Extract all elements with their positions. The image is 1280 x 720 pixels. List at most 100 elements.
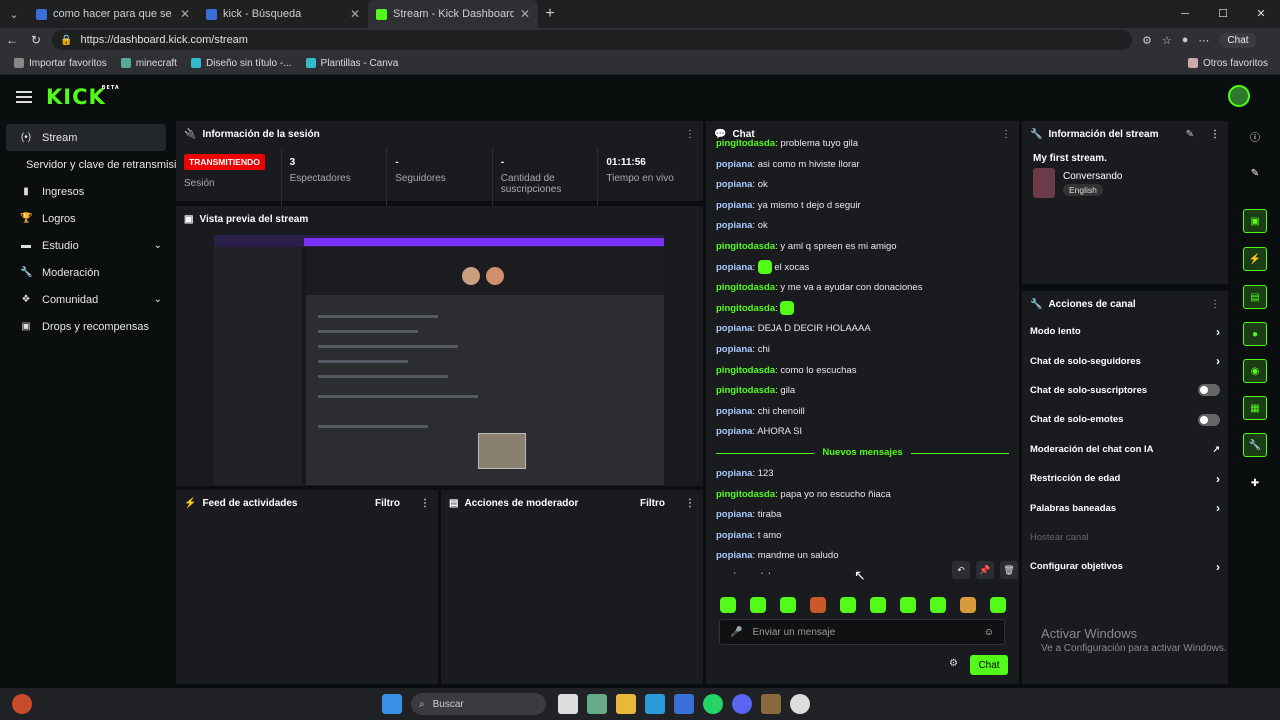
toggle-switch[interactable]	[1198, 384, 1220, 397]
emote-icon[interactable]	[720, 597, 736, 613]
store-icon[interactable]	[674, 694, 694, 714]
microphone-icon[interactable]: 🎤	[730, 627, 742, 638]
emoji-icon[interactable]: ☺	[984, 627, 994, 638]
emote-icon[interactable]	[960, 597, 976, 613]
sidebar-item-moderacion[interactable]: 🔧 Moderación	[6, 259, 166, 286]
browser-tab-2[interactable]: kick - Búsqueda ✕	[198, 0, 368, 28]
chat-message[interactable]: popiana: el xocas	[716, 258, 1009, 279]
emote-icon[interactable]	[870, 597, 886, 613]
chat-message[interactable]: popiana: ya mismo t dejo d seguir	[716, 196, 1009, 217]
undo-icon[interactable]: ↶	[952, 561, 970, 579]
more-options-icon[interactable]: ⋮	[1210, 129, 1220, 140]
moderator-panel-icon[interactable]: ▤	[1243, 285, 1267, 309]
profile-icon[interactable]: ●	[1182, 34, 1189, 46]
filter-button[interactable]: Filtro	[375, 498, 400, 509]
back-icon[interactable]: ←	[0, 33, 24, 47]
action-banned-words[interactable]: Palabras baneadas ›	[1022, 493, 1228, 522]
close-icon[interactable]: ✕	[350, 7, 360, 21]
bookmark-canva-design[interactable]: Diseño sin título -...	[190, 58, 292, 69]
more-options-icon[interactable]: ⋮	[685, 129, 695, 140]
chat-message[interactable]: popiana: chi chenoill	[716, 402, 1009, 423]
sidebar-item-drops[interactable]: ▣ Drops y recompensas	[6, 313, 166, 340]
sidebar-item-logros[interactable]: 🏆 Logros	[6, 205, 166, 232]
kick-logo[interactable]: KICK BETA	[46, 85, 119, 109]
sidebar-item-ingresos[interactable]: ▮ Ingresos	[6, 178, 166, 205]
emote-icon[interactable]	[990, 597, 1006, 613]
bookmark-canva-templates[interactable]: Plantillas - Canva	[305, 58, 398, 69]
browser-tab-3[interactable]: Stream - Kick Dashboard ✕	[368, 0, 538, 28]
emote-icon[interactable]	[780, 597, 796, 613]
chat-message[interactable]: pingitodasda: y aml q spreen es mi amigo	[716, 237, 1009, 258]
emote-icon[interactable]	[840, 597, 856, 613]
action-ai-moderation[interactable]: Moderación del chat con IA ↗	[1022, 435, 1228, 464]
menu-icon[interactable]: ⋯	[1198, 34, 1209, 47]
emote-icon[interactable]	[900, 597, 916, 613]
session-panel-icon[interactable]: ▦	[1243, 396, 1267, 420]
chat-send-button[interactable]: Chat	[970, 655, 1008, 675]
trash-icon[interactable]: 🗑	[1000, 561, 1018, 579]
edit-icon[interactable]: ✎	[1243, 161, 1267, 185]
chat-message[interactable]: popiana: DEJA D DECIR HOLAAAA	[716, 319, 1009, 340]
more-options-icon[interactable]: ⋮	[1001, 129, 1011, 140]
close-window-icon[interactable]: ✕	[1242, 0, 1280, 28]
weather-icon[interactable]	[12, 694, 32, 714]
minecraft-icon[interactable]	[761, 694, 781, 714]
hamburger-menu-icon[interactable]	[16, 91, 32, 103]
chat-message[interactable]: popiana: t amo	[716, 526, 1009, 547]
emote-icon[interactable]	[930, 597, 946, 613]
copilot-chat-button[interactable]: Chat	[1219, 32, 1257, 48]
chat-message[interactable]: popiana: tiraba	[716, 505, 1009, 526]
chat-message[interactable]: popiana: ok	[716, 175, 1009, 196]
filter-button[interactable]: Filtro	[640, 498, 665, 509]
bookmark-other[interactable]: Otros favoritos	[1187, 58, 1268, 69]
chat-message[interactable]: pingitodasda: problema tuyo gila	[716, 134, 1009, 155]
add-widget-icon[interactable]: ✚	[1243, 471, 1267, 495]
chat-message[interactable]: popiana: chi	[716, 340, 1009, 361]
browser-tab-1[interactable]: como hacer para que se me escuc ✕	[28, 0, 198, 28]
maximize-icon[interactable]: ☐	[1204, 0, 1242, 28]
chat-bubble-icon[interactable]: ●	[1243, 322, 1267, 346]
emote-icon[interactable]	[810, 597, 826, 613]
edit-icon[interactable]: ✎	[1186, 129, 1194, 140]
chat-message[interactable]: pingitodasda: como lo escuchas	[716, 361, 1009, 382]
action-age-restriction[interactable]: Restricción de edad ›	[1022, 464, 1228, 493]
task-view-icon[interactable]	[558, 694, 578, 714]
chat-message[interactable]: pingitodasda: papa yo no escucho ñiaca	[716, 485, 1009, 506]
extensions-icon[interactable]: ⚙	[1142, 34, 1152, 47]
chat-message[interactable]: popiana: 123	[716, 464, 1009, 485]
more-options-icon[interactable]: ⋮	[685, 498, 695, 509]
url-field[interactable]: 🔒 https://dashboard.kick.com/stream	[52, 30, 1132, 50]
sidebar-item-stream-key[interactable]: Servidor y clave de retransmisión	[6, 151, 189, 178]
more-options-icon[interactable]: ⋮	[1210, 299, 1220, 310]
wrench-icon[interactable]: 🔧	[1243, 433, 1267, 457]
sidebar-item-comunidad[interactable]: ❖ Comunidad ⌄	[6, 286, 166, 313]
chat-message[interactable]: pingitodasda:	[716, 299, 1009, 320]
discord-icon[interactable]	[732, 694, 752, 714]
toggle-switch[interactable]	[1198, 413, 1220, 426]
bookmark-minecraft[interactable]: minecraft	[120, 58, 177, 69]
pin-icon[interactable]: 📌	[976, 561, 994, 579]
chat-input[interactable]: 🎤 Enviar un mensaje ☺	[719, 619, 1005, 645]
tab-list-button[interactable]: ⌄	[0, 0, 28, 28]
bookmark-import[interactable]: Importar favoritos	[14, 58, 107, 69]
user-avatar[interactable]	[1228, 85, 1250, 107]
windows-start-icon[interactable]	[382, 694, 402, 714]
chat-message[interactable]: popiana: AHORA SI	[716, 422, 1009, 443]
chat-message[interactable]: pingitodasda: y me va a ayudar con donac…	[716, 278, 1009, 299]
chat-message[interactable]: pingitodasda: gila	[716, 381, 1009, 402]
more-options-icon[interactable]: ⋮	[420, 498, 430, 509]
emote-icon[interactable]	[750, 597, 766, 613]
reload-icon[interactable]: ↻	[24, 33, 48, 47]
widgets-icon[interactable]	[587, 694, 607, 714]
broadcast-icon[interactable]: ◉	[1243, 359, 1267, 383]
action-configure-goals[interactable]: Configurar objetivos ›	[1022, 552, 1228, 581]
preview-panel-icon[interactable]: ▣	[1243, 209, 1267, 233]
new-messages-divider[interactable]: Nuevos mensajes	[716, 443, 1010, 464]
chat-message[interactable]: popiana: asi como m hiviste llorar	[716, 155, 1009, 176]
favorites-icon[interactable]: ☆	[1162, 34, 1172, 47]
sidebar-item-stream[interactable]: (•) Stream	[6, 124, 166, 151]
file-explorer-icon[interactable]	[616, 694, 636, 714]
edge-icon[interactable]	[645, 694, 665, 714]
chat-settings-icon[interactable]: ⚙	[949, 658, 958, 669]
close-icon[interactable]: ✕	[180, 7, 190, 21]
